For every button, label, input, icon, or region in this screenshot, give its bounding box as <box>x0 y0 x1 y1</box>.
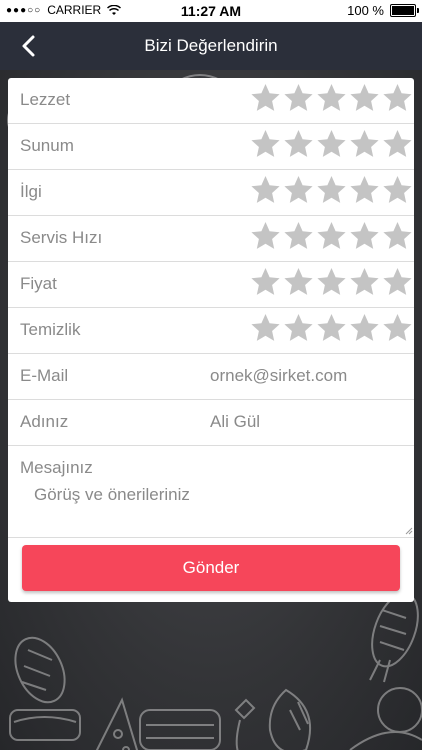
battery-icon <box>390 4 419 17</box>
rating-label: İlgi <box>20 182 42 201</box>
battery-percent: 100 % <box>347 3 384 18</box>
star-rating[interactable] <box>249 220 414 253</box>
star-icon[interactable] <box>249 128 282 161</box>
star-icon[interactable] <box>381 266 414 299</box>
star-icon[interactable] <box>315 128 348 161</box>
navigation-bar: Bizi Değerlendirin <box>0 22 422 70</box>
star-rating[interactable] <box>249 174 414 207</box>
page-title: Bizi Değerlendirin <box>144 36 278 55</box>
name-row[interactable]: Adınız Ali Gül <box>8 400 414 446</box>
star-icon[interactable] <box>348 220 381 253</box>
email-label: E-Mail <box>20 366 69 385</box>
star-icon[interactable] <box>348 82 381 115</box>
message-placeholder: Görüş ve önerileriniz <box>34 485 190 504</box>
star-icon[interactable] <box>249 312 282 345</box>
rating-card: Lezzet Sunum İlgi Servis Hızı Fiyat Temi… <box>8 78 414 602</box>
message-textarea[interactable]: Mesajınız Görüş ve önerileriniz <box>8 446 414 538</box>
resize-grip-icon[interactable] <box>405 527 413 535</box>
star-icon[interactable] <box>315 174 348 207</box>
star-icon[interactable] <box>348 312 381 345</box>
status-right: 100 % <box>347 3 419 18</box>
rating-label: Fiyat <box>20 274 57 293</box>
submit-button[interactable]: Gönder <box>22 545 400 591</box>
star-icon[interactable] <box>282 220 315 253</box>
star-icon[interactable] <box>249 82 282 115</box>
message-row: Mesajınız Görüş ve önerileriniz <box>8 446 414 538</box>
rating-label: Lezzet <box>20 90 71 109</box>
star-icon[interactable] <box>282 82 315 115</box>
star-rating[interactable] <box>249 312 414 345</box>
rating-label: Servis Hızı <box>20 228 103 247</box>
email-row[interactable]: E-Mail ornek@sirket.com <box>8 354 414 400</box>
star-icon[interactable] <box>315 220 348 253</box>
star-rating[interactable] <box>249 128 414 161</box>
star-icon[interactable] <box>381 220 414 253</box>
name-field[interactable]: Ali Gül <box>210 412 260 432</box>
star-icon[interactable] <box>315 266 348 299</box>
star-rating[interactable] <box>249 266 414 299</box>
rating-row-servis-hizi: Servis Hızı <box>8 216 414 262</box>
star-rating[interactable] <box>249 82 414 115</box>
star-icon[interactable] <box>315 312 348 345</box>
star-icon[interactable] <box>282 128 315 161</box>
rating-row-fiyat: Fiyat <box>8 262 414 308</box>
message-label: Mesajınız <box>20 458 93 477</box>
star-icon[interactable] <box>381 312 414 345</box>
star-icon[interactable] <box>282 174 315 207</box>
rating-row-temizlik: Temizlik <box>8 308 414 354</box>
star-icon[interactable] <box>381 174 414 207</box>
star-icon[interactable] <box>249 174 282 207</box>
rating-row-sunum: Sunum <box>8 124 414 170</box>
name-label: Adınız <box>20 412 69 431</box>
star-icon[interactable] <box>315 82 348 115</box>
star-icon[interactable] <box>249 266 282 299</box>
star-icon[interactable] <box>282 312 315 345</box>
star-icon[interactable] <box>282 266 315 299</box>
rating-row-lezzet: Lezzet <box>8 78 414 124</box>
star-icon[interactable] <box>381 82 414 115</box>
star-icon[interactable] <box>249 220 282 253</box>
star-icon[interactable] <box>348 128 381 161</box>
star-icon[interactable] <box>348 174 381 207</box>
status-bar: ●●●○○ CARRIER 11:27 AM 100 % <box>0 0 422 22</box>
rating-row-ilgi: İlgi <box>8 170 414 216</box>
star-icon[interactable] <box>348 266 381 299</box>
star-icon[interactable] <box>381 128 414 161</box>
rating-label: Sunum <box>20 136 74 155</box>
email-field[interactable]: ornek@sirket.com <box>210 366 347 386</box>
rating-label: Temizlik <box>20 320 81 339</box>
